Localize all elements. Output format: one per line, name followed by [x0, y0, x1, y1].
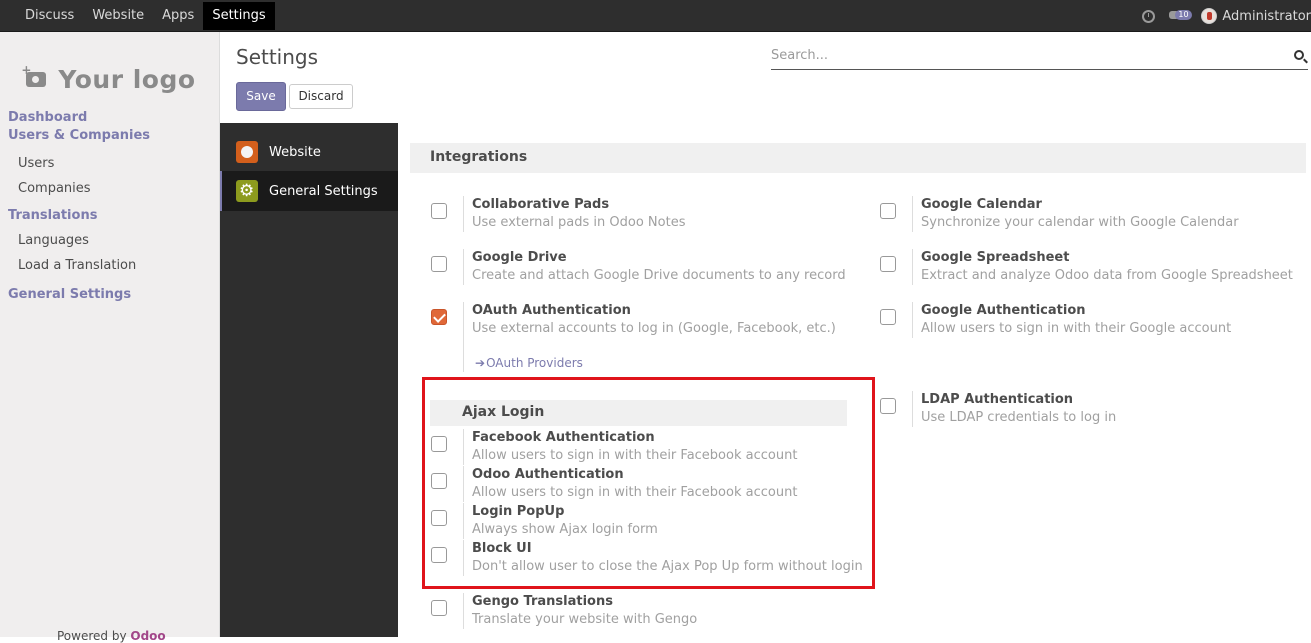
- odoo-link[interactable]: Odoo: [130, 629, 165, 643]
- option-description: Use external pads in Odoo Notes: [472, 215, 686, 230]
- settings-content: Integrations Collaborative Pads Use exte…: [398, 123, 1311, 637]
- facebook-authentication-checkbox[interactable]: [431, 436, 447, 452]
- option-text: LDAP Authentication Use LDAP credentials…: [912, 391, 1116, 427]
- option-title: LDAP Authentication: [921, 392, 1074, 407]
- odoo-authentication-checkbox[interactable]: [431, 473, 447, 489]
- option-description: Don't allow user to close the Ajax Pop U…: [472, 559, 863, 574]
- option-title: Google Drive: [472, 250, 567, 265]
- collaborative-pads-checkbox[interactable]: [431, 203, 447, 219]
- option-title: Login PopUp: [472, 504, 565, 519]
- option-title: Collaborative Pads: [472, 197, 610, 212]
- menu-apps[interactable]: Apps: [153, 0, 203, 32]
- option-text: Block UI Don't allow user to close the A…: [463, 540, 863, 576]
- settings-nav-general-settings[interactable]: General Settings: [220, 171, 398, 211]
- settings-app-nav: Website General Settings: [220, 123, 398, 637]
- sidebar-item-load-translation[interactable]: Load a Translation: [0, 253, 219, 278]
- page-title: Settings: [236, 45, 319, 69]
- settings-nav-website[interactable]: Website: [220, 132, 398, 172]
- google-calendar-checkbox[interactable]: [880, 203, 896, 219]
- option-description: Always show Ajax login form: [472, 522, 658, 537]
- option-description: Extract and analyze Odoo data from Googl…: [921, 268, 1293, 283]
- sidebar-item-languages[interactable]: Languages: [0, 228, 219, 253]
- sidebar-item-companies[interactable]: Companies: [0, 176, 219, 201]
- option-text: Google Authentication Allow users to sig…: [912, 302, 1231, 338]
- ajax-login-title: Ajax Login: [462, 404, 545, 420]
- oauth-authentication-checkbox[interactable]: [431, 309, 447, 325]
- option-text: Login PopUp Always show Ajax login form: [463, 503, 658, 539]
- oauth-providers-link[interactable]: ➔OAuth Providers: [475, 356, 583, 370]
- user-avatar[interactable]: [1201, 8, 1218, 24]
- activity-clock-icon[interactable]: [1142, 9, 1156, 23]
- option-title: Facebook Authentication: [472, 430, 655, 445]
- sidebar-item-translations[interactable]: Translations: [0, 207, 219, 225]
- option-title: Gengo Translations: [472, 594, 613, 609]
- section-header: Integrations: [410, 143, 1306, 173]
- chat-icon[interactable]: 10: [1169, 9, 1192, 23]
- option-title: Block UI: [472, 541, 532, 556]
- option-description: Use LDAP credentials to log in: [921, 410, 1117, 425]
- section-title: Integrations: [430, 149, 528, 165]
- menu-website[interactable]: Website: [83, 0, 153, 32]
- google-spreadsheet-checkbox[interactable]: [880, 256, 896, 272]
- powered-by-text: Powered by: [57, 629, 127, 643]
- camera-icon: [21, 63, 47, 87]
- top-navbar: Discuss Website Apps Settings 10 Adminis…: [0, 0, 1311, 32]
- gengo-translations-checkbox[interactable]: [431, 600, 447, 616]
- left-sidebar: Your logo Dashboard Users & Companies Us…: [0, 32, 220, 643]
- settings-nav-label: Website: [269, 144, 321, 160]
- option-title: Google Authentication: [921, 303, 1086, 318]
- option-text: Odoo Authentication Allow users to sign …: [463, 466, 797, 502]
- user-menu[interactable]: Administrator: [1222, 9, 1311, 24]
- ldap-authentication-checkbox[interactable]: [880, 398, 896, 414]
- sidebar-item-general-settings[interactable]: General Settings: [0, 286, 219, 304]
- option-description: Use external accounts to log in (Google,…: [472, 321, 836, 336]
- app-menu: Discuss Website Apps Settings: [16, 0, 275, 32]
- search-icon[interactable]: [1294, 50, 1304, 60]
- sidebar-item-users[interactable]: Users: [0, 151, 219, 176]
- menu-settings[interactable]: Settings: [203, 2, 275, 30]
- option-title: Google Calendar: [921, 197, 1042, 212]
- logo-text: Your logo: [58, 64, 196, 94]
- search-input[interactable]: [771, 43, 1271, 68]
- option-title: Odoo Authentication: [472, 467, 624, 482]
- option-description: Synchronize your calendar with Google Ca…: [921, 215, 1239, 230]
- powered-by: Powered by Odoo: [57, 629, 166, 643]
- oauth-providers-label: OAuth Providers: [486, 356, 583, 370]
- option-description: Translate your website with Gengo: [472, 612, 698, 627]
- systray: 10 Administrator: [1142, 0, 1311, 32]
- option-title: OAuth Authentication: [472, 303, 631, 318]
- option-text: Google Drive Create and attach Google Dr…: [463, 249, 846, 285]
- sidebar-item-users-companies[interactable]: Users & Companies: [0, 127, 219, 145]
- google-drive-checkbox[interactable]: [431, 256, 447, 272]
- search-bar: [771, 43, 1308, 70]
- option-title: Google Spreadsheet: [921, 250, 1070, 265]
- option-description: Allow users to sign in with their Google…: [921, 321, 1232, 336]
- sidebar-nav: Dashboard Users & Companies Users Compan…: [0, 109, 219, 304]
- sidebar-item-dashboard[interactable]: Dashboard: [0, 109, 219, 127]
- option-description: Allow users to sign in with their Facebo…: [472, 448, 798, 463]
- google-authentication-checkbox[interactable]: [880, 309, 896, 325]
- discard-button[interactable]: Discard: [289, 84, 353, 109]
- menu-discuss[interactable]: Discuss: [16, 0, 83, 32]
- option-text: Google Calendar Synchronize your calenda…: [912, 196, 1239, 232]
- save-button[interactable]: Save: [236, 82, 286, 111]
- option-description: Create and attach Google Drive documents…: [472, 268, 846, 283]
- ajax-login-header: Ajax Login: [430, 400, 847, 426]
- chat-count-badge: 10: [1175, 10, 1192, 20]
- option-text: Google Spreadsheet Extract and analyze O…: [912, 249, 1293, 285]
- gear-app-icon: [236, 180, 258, 202]
- settings-nav-label: General Settings: [269, 183, 378, 199]
- website-app-icon: [236, 141, 258, 163]
- option-text: Gengo Translations Translate your websit…: [463, 593, 697, 629]
- arrow-right-icon: ➔: [475, 356, 486, 370]
- login-popup-checkbox[interactable]: [431, 510, 447, 526]
- option-text: Collaborative Pads Use external pads in …: [463, 196, 685, 232]
- block-ui-checkbox[interactable]: [431, 547, 447, 563]
- company-logo[interactable]: Your logo: [21, 52, 200, 106]
- option-text: Facebook Authentication Allow users to s…: [463, 429, 797, 465]
- option-description: Allow users to sign in with their Facebo…: [472, 485, 798, 500]
